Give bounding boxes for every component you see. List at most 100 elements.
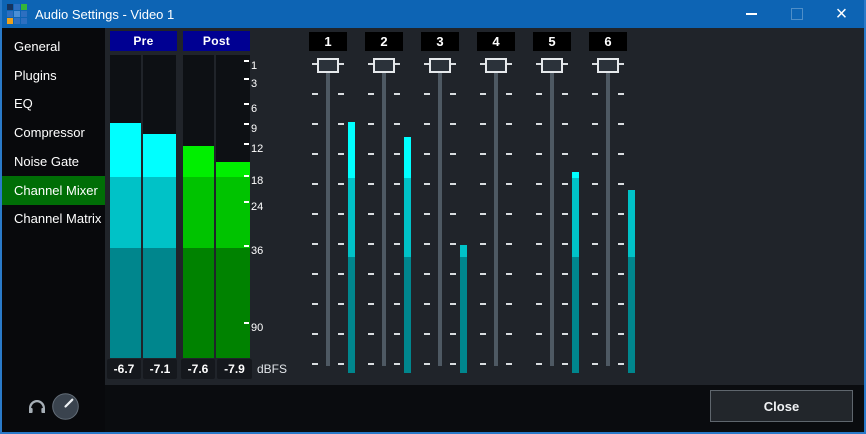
slider-tick [480, 273, 486, 275]
sidebar-item-noise-gate[interactable]: Noise Gate [2, 147, 105, 176]
slider-tick [480, 243, 486, 245]
slider-tick [562, 153, 568, 155]
channel-4-slider-track[interactable] [494, 63, 498, 366]
slider-tick [338, 243, 344, 245]
slider-tick [424, 213, 430, 215]
channel-label-5: 5 [533, 32, 571, 51]
slider-tick [394, 333, 400, 335]
minimize-button[interactable] [729, 0, 774, 28]
channel-6-slider-track[interactable] [606, 63, 610, 366]
channel-label-6: 6 [589, 32, 627, 51]
slider-tick [562, 123, 568, 125]
slider-tick [618, 183, 624, 185]
db-scale-label: 36 [251, 245, 263, 257]
channel-2-slider-handle[interactable] [373, 58, 395, 73]
channel-1-slider-track[interactable] [326, 63, 330, 366]
meter-level-bar [143, 134, 176, 358]
channel-label-2: 2 [365, 32, 403, 51]
slider-tick [368, 243, 374, 245]
slider-tick [424, 153, 430, 155]
slider-tick [480, 93, 486, 95]
slider-tick [562, 93, 568, 95]
sidebar-item-plugins[interactable]: Plugins [2, 61, 105, 90]
channel-5-slider-track[interactable] [550, 63, 554, 366]
slider-tick [394, 123, 400, 125]
slider-tick [480, 303, 486, 305]
channel-1-level-meter [348, 122, 355, 373]
slider-tick [506, 273, 512, 275]
slider-tick [592, 243, 598, 245]
slider-tick [394, 213, 400, 215]
slider-tick [338, 273, 344, 275]
db-scale-label: 12 [251, 143, 263, 155]
slider-tick [480, 153, 486, 155]
sidebar-item-channel-mixer[interactable]: Channel Mixer [2, 176, 105, 205]
db-scale-tick [244, 60, 249, 62]
meter-group-label-pre: Pre [110, 31, 177, 51]
slider-tick [312, 213, 318, 215]
slider-tick [368, 363, 374, 365]
slider-tick [536, 183, 542, 185]
slider-tick [312, 123, 318, 125]
slider-tick [450, 303, 456, 305]
slider-tick [592, 303, 598, 305]
slider-tick [312, 303, 318, 305]
db-scale-tick [244, 201, 249, 203]
slider-tick [506, 123, 512, 125]
slider-tick [506, 333, 512, 335]
channel-5-slider-handle[interactable] [541, 58, 563, 73]
post-meter-right [216, 55, 250, 358]
slider-tick [618, 123, 624, 125]
slider-tick [368, 303, 374, 305]
db-scale-label: 9 [251, 123, 257, 135]
sidebar-item-channel-matrix[interactable]: Channel Matrix [2, 204, 105, 233]
slider-tick [536, 213, 542, 215]
slider-tick [536, 273, 542, 275]
slider-tick [394, 243, 400, 245]
sidebar-item-eq[interactable]: EQ [2, 89, 105, 118]
slider-tick [394, 153, 400, 155]
slider-tick [562, 333, 568, 335]
slider-tick [506, 303, 512, 305]
channel-1-slider-handle[interactable] [317, 58, 339, 73]
slider-tick [312, 153, 318, 155]
window-title: Audio Settings - Video 1 [35, 7, 174, 22]
slider-tick [506, 183, 512, 185]
channel-2-slider-track[interactable] [382, 63, 386, 366]
slider-tick [536, 303, 542, 305]
meter-level-bar [216, 162, 250, 358]
pre-meter-right [143, 55, 176, 358]
sidebar-item-compressor[interactable]: Compressor [2, 118, 105, 147]
slider-tick [368, 273, 374, 275]
channel-4-slider-handle[interactable] [485, 58, 507, 73]
close-window-button[interactable]: × [819, 0, 864, 28]
sidebar-item-general[interactable]: General [2, 32, 105, 61]
monitor-volume-knob[interactable] [52, 393, 79, 420]
slider-tick [450, 363, 456, 365]
slider-tick [424, 243, 430, 245]
post-meter-left [183, 55, 214, 358]
slider-tick [450, 273, 456, 275]
slider-tick [536, 93, 542, 95]
slider-tick [338, 153, 344, 155]
pre-level-value-right: -7.1 [143, 359, 177, 379]
channel-6-slider-handle[interactable] [597, 58, 619, 73]
slider-tick [424, 273, 430, 275]
knob-dial-icon [52, 393, 79, 420]
db-scale-label: 18 [251, 175, 263, 187]
db-scale-tick [244, 245, 249, 247]
channel-3-slider-handle[interactable] [429, 58, 451, 73]
slider-tick [338, 183, 344, 185]
db-scale-tick [244, 123, 249, 125]
channel-label-1: 1 [309, 32, 347, 51]
slider-tick [368, 183, 374, 185]
slider-tick [562, 303, 568, 305]
channel-3-slider-track[interactable] [438, 63, 442, 366]
slider-tick [536, 123, 542, 125]
close-button[interactable]: Close [710, 390, 853, 422]
slider-tick [368, 153, 374, 155]
slider-tick [338, 93, 344, 95]
slider-tick [592, 93, 598, 95]
maximize-button[interactable] [774, 0, 819, 28]
slider-tick [450, 153, 456, 155]
